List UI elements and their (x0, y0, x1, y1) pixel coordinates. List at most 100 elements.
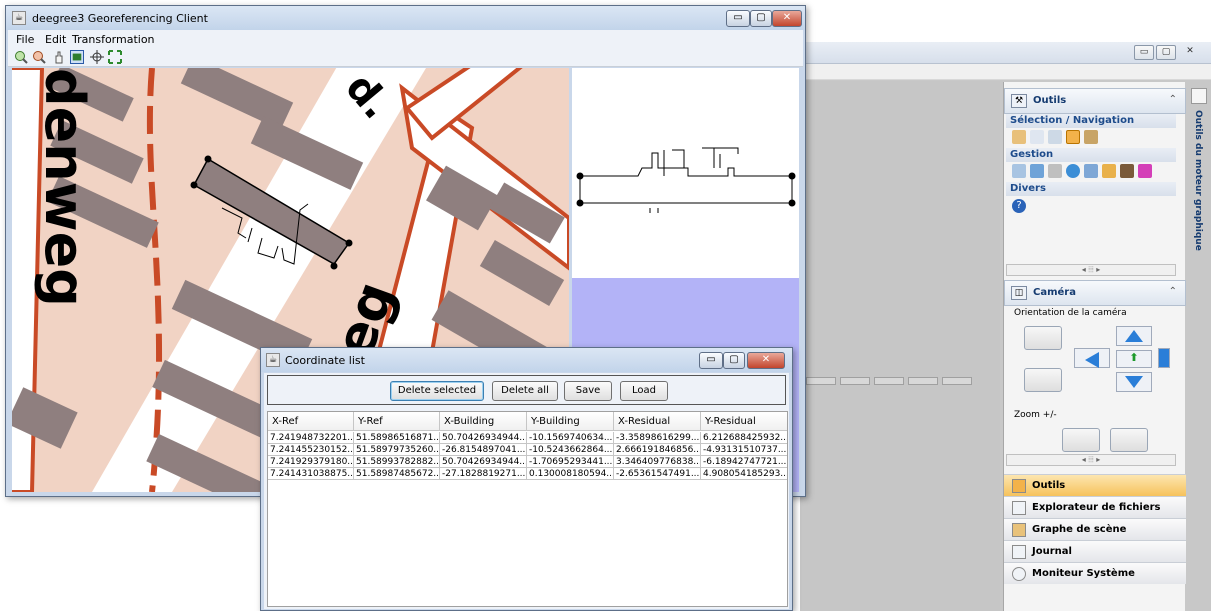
rotate-tool-icon[interactable] (1048, 130, 1062, 144)
maximize-button[interactable]: ▢ (1156, 45, 1176, 60)
camera-down-button[interactable] (1116, 372, 1152, 392)
zoom-out-icon[interactable] (32, 50, 46, 64)
strip-cell (874, 377, 904, 385)
pencil-tool-icon[interactable] (1120, 164, 1134, 178)
pan-tool-icon[interactable] (1066, 130, 1080, 144)
camera-left-button[interactable] (1074, 348, 1110, 368)
menu-file[interactable]: File (16, 33, 34, 46)
background-menu-bar (800, 64, 1211, 80)
nav-item-graphe[interactable]: Graphe de scène (1004, 518, 1186, 540)
fit-extent-icon[interactable] (108, 50, 122, 64)
window-tool-icon[interactable] (1012, 164, 1026, 178)
cell-x-residual: 3.346409776838... (614, 456, 701, 468)
column-header-y-ref[interactable]: Y-Ref (354, 412, 440, 431)
camera-preset-button[interactable] (1024, 326, 1062, 350)
cell-y-ref: 51.58979735260... (354, 444, 440, 456)
nav-item-journal[interactable]: Journal (1004, 540, 1186, 562)
table-row[interactable]: 7.241455230152... 51.58979735260... -26.… (268, 444, 787, 456)
nav-item-outils[interactable]: Outils (1004, 474, 1186, 496)
load-button[interactable]: Load (620, 381, 668, 401)
camera-preset-button[interactable] (1024, 368, 1062, 392)
cell-y-ref: 51.58993782882... (354, 456, 440, 468)
menu-transformation[interactable]: Transformation (72, 33, 155, 46)
delete-all-button[interactable]: Delete all (492, 381, 558, 401)
collapse-icon[interactable]: ⌃ (1169, 94, 1177, 105)
minimize-button[interactable]: ▭ (699, 352, 723, 369)
menu-edit[interactable]: Edit (45, 33, 66, 46)
journal-icon (1012, 545, 1026, 559)
column-header-x-ref[interactable]: X-Ref (268, 412, 354, 431)
viewport-strip (800, 377, 976, 385)
camera-scrollbar[interactable]: ◂ ⦙⦙⦙ ▸ (1006, 454, 1176, 466)
plan-control-points[interactable] (576, 172, 796, 207)
strip-cell (840, 377, 870, 385)
cell-x-residual: 2.666191846856... (614, 444, 701, 456)
cube-tool-icon[interactable] (1138, 164, 1152, 178)
globe-tool-icon[interactable] (1066, 164, 1080, 178)
zoom-in-button[interactable] (1062, 428, 1100, 452)
image-tool-icon[interactable] (1030, 164, 1044, 178)
main-toolbar (8, 47, 803, 67)
tools-icon: ⚒ (1011, 94, 1027, 108)
nav-item-label: Graphe de scène (1032, 524, 1127, 535)
cell-x-residual: -2.65361547491... (614, 468, 701, 480)
camera-right-button[interactable] (1158, 348, 1170, 368)
cell-y-residual: 6.212688425932... (701, 433, 788, 444)
help-icon[interactable]: ? (1012, 199, 1026, 213)
grid-icon (1191, 88, 1207, 104)
cell-x-building: -26.8154897041... (440, 444, 527, 456)
outils-scrollbar[interactable]: ◂ ⦙⦙⦙ ▸ (1006, 264, 1176, 276)
collapse-icon[interactable]: ⌃ (1169, 286, 1177, 297)
column-header-x-building[interactable]: X-Building (440, 412, 527, 431)
java-icon: ☕ (12, 11, 26, 25)
coordinate-table[interactable]: X-Ref Y-Ref X-Building Y-Building X-Resi… (267, 411, 788, 607)
hand-tool-icon[interactable] (1012, 130, 1026, 144)
background-viewport[interactable] (800, 81, 1000, 611)
package-tool-icon[interactable] (1102, 164, 1116, 178)
table-row[interactable]: 7.241948732201... 51.58986516871... 50.7… (268, 432, 788, 444)
table-row[interactable]: 7.241431038875... 51.58987485672... -27.… (268, 468, 787, 480)
pointer-tool-icon[interactable] (1030, 130, 1044, 144)
cell-x-ref: 7.241455230152... (268, 444, 354, 456)
pan-hand-icon[interactable] (52, 50, 66, 64)
nav-item-moniteur[interactable]: Moniteur Système (1004, 562, 1186, 584)
close-button[interactable]: ✕ (1180, 45, 1200, 60)
table-row[interactable]: 7.241929379180... 51.58993782882... 50.7… (268, 456, 787, 468)
brush-tool-icon[interactable] (1048, 164, 1062, 178)
scene-graph-icon (1012, 523, 1026, 537)
camera-icon: ◫ (1011, 286, 1027, 300)
zoom-in-icon[interactable] (14, 50, 28, 64)
strip-cell (942, 377, 972, 385)
column-header-y-residual[interactable]: Y-Residual (701, 412, 787, 431)
camera-panel-header[interactable]: ◫ Caméra ⌃ (1004, 280, 1186, 306)
minimize-button[interactable]: ▭ (726, 10, 750, 27)
maximize-button[interactable]: ▢ (723, 352, 745, 369)
maximize-button[interactable]: ▢ (750, 10, 772, 27)
save-button[interactable]: Save (564, 381, 612, 401)
nav-item-label: Explorateur de fichiers (1032, 502, 1161, 513)
move-tool-icon[interactable] (1084, 130, 1098, 144)
column-header-x-residual[interactable]: X-Residual (614, 412, 701, 431)
java-icon: ☕ (266, 353, 280, 367)
camera-up-button[interactable] (1116, 326, 1152, 346)
delete-selected-button[interactable]: Delete selected (390, 381, 484, 401)
camera-orientation-label: Orientation de la caméra (1014, 308, 1127, 318)
vertical-tab-outils-moteur[interactable]: Outils du moteur graphique (1191, 88, 1209, 251)
tools-icon (1012, 479, 1026, 493)
print-tool-icon[interactable] (1084, 164, 1098, 178)
close-button[interactable]: ✕ (747, 352, 785, 369)
close-button[interactable]: ✕ (772, 10, 802, 27)
nav-item-label: Moniteur Système (1032, 568, 1135, 579)
minimize-button[interactable]: ▭ (1134, 45, 1154, 60)
nav-item-explorateur[interactable]: Explorateur de fichiers (1004, 496, 1186, 518)
crosshair-icon[interactable] (90, 50, 104, 64)
zoom-out-button[interactable] (1110, 428, 1148, 452)
cell-x-building: 50.70426934944... (440, 432, 527, 444)
select-point-icon[interactable] (70, 50, 84, 64)
outils-panel-header[interactable]: ⚒ Outils ⌃ (1004, 88, 1186, 114)
main-menu-bar: File Edit Transformation (8, 30, 803, 47)
camera-center-button[interactable]: ⬆ (1116, 350, 1152, 368)
window-title: deegree3 Georeferencing Client (32, 12, 208, 25)
column-header-y-building[interactable]: Y-Building (527, 412, 614, 431)
building-plan-canvas (576, 147, 796, 213)
